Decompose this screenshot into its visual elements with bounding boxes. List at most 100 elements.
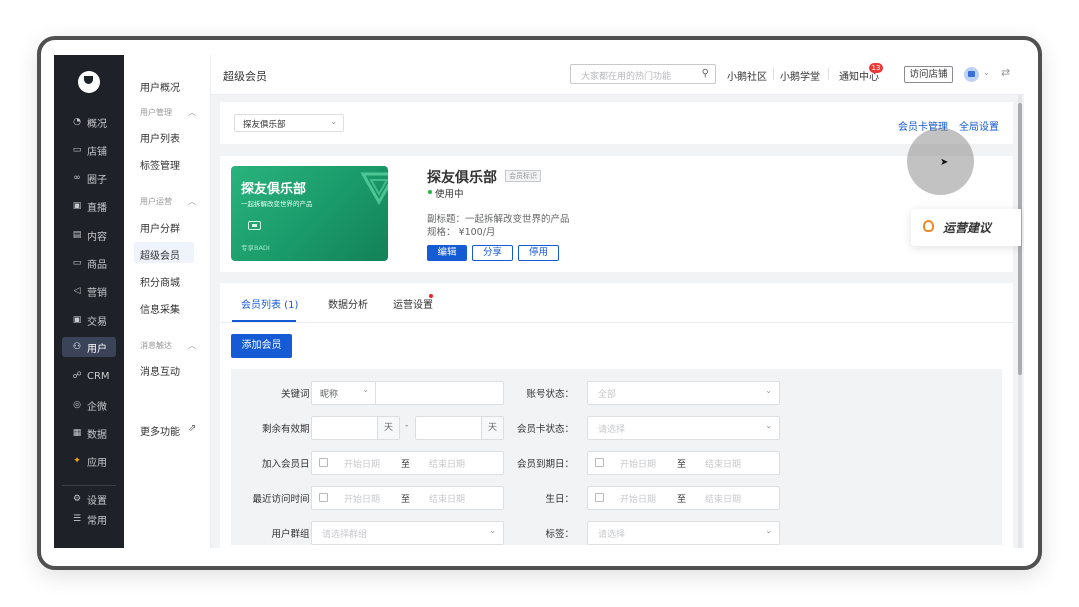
page-scrollbar[interactable] (1018, 95, 1022, 548)
join-date-range[interactable]: 开始日期 至 结束日期 (311, 451, 504, 475)
tab-divider (220, 322, 1013, 323)
data-icon: ▦ (72, 428, 82, 438)
last-visit-label: 最近访问时间： (252, 494, 319, 505)
birthday-range[interactable]: 开始日期 至 结束日期 (587, 486, 780, 510)
rail-item-apps[interactable]: ✦ 应用 (62, 451, 116, 471)
add-member-button[interactable]: 添加会员 (231, 334, 292, 358)
rail-item-trade[interactable]: ▣ 交易 (62, 310, 116, 330)
rail-item-live[interactable]: ▣ 直播 (62, 196, 116, 216)
avatar[interactable] (964, 67, 979, 82)
rail-item-content[interactable]: ▤ 内容 (62, 225, 116, 245)
calendar-icon (595, 493, 604, 502)
rail-item-settings[interactable]: ⚙ 设置 (62, 489, 116, 509)
rail-item-circle[interactable]: ∞ 圈子 (62, 168, 116, 188)
rail-item-goods[interactable]: ▭ 商品 (62, 253, 116, 273)
user-group-select[interactable]: 请选择群组 ⌄ (311, 521, 504, 545)
account-status-select[interactable]: 全部 ⌄ (587, 381, 780, 405)
global-settings-link[interactable]: 全局设置 (959, 118, 999, 133)
calendar-icon (319, 458, 328, 467)
remaining-min-input[interactable]: 天 (311, 416, 400, 440)
club-bar: 探友俱乐部 ⌄ 会员卡管理 全局设置 (220, 102, 1013, 144)
disable-button[interactable]: 停用 (518, 245, 559, 261)
chevron-down-icon: ⌄ (765, 526, 772, 535)
birthday-label: 生日： (545, 494, 574, 505)
card-chip-icon (248, 221, 261, 230)
subnav-group-user-manage[interactable]: 用户管理 ︿ (140, 107, 196, 118)
tab-ops-settings[interactable]: 运营设置 (393, 296, 433, 311)
expire-date-range[interactable]: 开始日期 至 结束日期 (587, 451, 780, 475)
live-icon: ▣ (72, 201, 82, 211)
app-screen: ◔ 概况 ▭ 店铺 ∞ 圈子 ▣ 直播 ▤ 内容 ▭ 商品 ◁ 营销 ▣ 交易 ⚇ 用户 ☍ CRM… (54, 55, 1024, 548)
new-dot-badge (429, 294, 433, 298)
card-status-select[interactable]: 请选择 ⌄ (587, 416, 780, 440)
chevron-down-icon[interactable]: ⌄ (983, 68, 990, 77)
switch-icon[interactable]: ⇄ (1001, 66, 1010, 79)
chevron-down-icon: ⌄ (765, 386, 772, 395)
remaining-max-input[interactable]: 天 (415, 416, 504, 440)
subnav-more-functions[interactable]: 更多功能 ⇗ (140, 423, 200, 438)
range-dash: - (405, 421, 409, 431)
subnav-segmentation[interactable]: 用户分群 (140, 220, 180, 235)
subnav-super-member[interactable]: 超级会员 (140, 247, 180, 262)
calendar-icon (319, 493, 328, 502)
rail-item-data[interactable]: ▦ 数据 (62, 423, 116, 443)
rail-item-overview[interactable]: ◔ 概况 (62, 112, 116, 132)
day-unit: 天 (377, 417, 399, 439)
chevron-down-icon: ⌄ (330, 117, 337, 126)
subnav-group-user-ops[interactable]: 用户运营 ︿ (140, 196, 196, 207)
store-icon: ▭ (72, 145, 82, 155)
community-link[interactable]: 小鹅社区 (727, 68, 767, 83)
subnav-info-collect[interactable]: 信息采集 (140, 301, 180, 316)
member-list-panel: 会员列表 (1) 数据分析 运营设置 添加会员 关键词： 昵称 ⌄ 账号状态： 全… (220, 283, 1013, 548)
rail-item-marketing[interactable]: ◁ 营销 (62, 281, 116, 301)
subnav-user-overview[interactable]: 用户概况 (140, 79, 180, 94)
notify-badge: 13 (869, 63, 883, 73)
card-title: 探友俱乐部 (241, 182, 307, 197)
crm-icon: ☍ (72, 371, 82, 381)
ops-advice-widget[interactable]: 运营建议 (911, 209, 1021, 246)
chevron-down-icon: ⌄ (489, 526, 496, 535)
trade-icon: ▣ (72, 315, 82, 325)
subnav-user-list[interactable]: 用户列表 (140, 130, 180, 145)
header-divider (773, 68, 774, 80)
primary-sidebar: ◔ 概况 ▭ 店铺 ∞ 圈子 ▣ 直播 ▤ 内容 ▭ 商品 ◁ 营销 ▣ 交易 ⚇ 用户 ☍ CRM… (54, 55, 124, 548)
settings-icon: ⚙ (72, 494, 82, 504)
day-unit: 天 (481, 417, 503, 439)
keyword-input[interactable]: 昵称 ⌄ (311, 381, 504, 405)
visit-store-button[interactable]: 访问店铺 (904, 66, 953, 83)
keyword-type-select[interactable]: 昵称 ⌄ (312, 382, 376, 404)
share-button[interactable]: 分享 (472, 245, 513, 261)
tag-select[interactable]: 请选择 ⌄ (587, 521, 780, 545)
tab-member-list[interactable]: 会员列表 (1) (241, 296, 298, 311)
circle-group-icon: ∞ (73, 173, 81, 183)
club-select[interactable]: 探友俱乐部 ⌄ (234, 114, 344, 132)
subnav-tag-manage[interactable]: 标签管理 (140, 157, 180, 172)
external-link-icon: ⇗ (188, 423, 197, 434)
rail-item-store[interactable]: ▭ 店铺 (62, 140, 116, 160)
card-subtitle: 一起拆解改变世界的产品 (241, 200, 313, 208)
chevron-down-icon: ⌄ (362, 385, 369, 394)
rail-divider (62, 485, 116, 486)
rail-item-user[interactable]: ⚇ 用户 (62, 337, 116, 357)
rail-item-crm[interactable]: ☍ CRM (62, 366, 116, 386)
edit-button[interactable]: 编辑 (427, 245, 467, 261)
user-icon: ⚇ (72, 342, 82, 352)
tab-data-analysis[interactable]: 数据分析 (328, 296, 368, 311)
lightbulb-icon (923, 220, 934, 232)
school-link[interactable]: 小鹅学堂 (780, 68, 820, 83)
rail-item-common[interactable]: ☰ 常用 (62, 509, 116, 529)
last-visit-range[interactable]: 开始日期 至 结束日期 (311, 486, 504, 510)
chevron-up-icon: ︿ (188, 108, 196, 117)
rail-item-wecom[interactable]: ◎ 企微 (62, 395, 116, 415)
status-badge: 使用中 (435, 189, 464, 200)
search-icon[interactable]: ⚲ (702, 68, 709, 79)
subnav-group-message[interactable]: 消息触达 ︿ (140, 340, 196, 351)
subnav-msg-interact[interactable]: 消息互动 (140, 363, 180, 378)
secondary-sidebar: 用户概况 用户管理 ︿ 用户列表 标签管理 用户运营 ︿ 用户分群 超级会员 积分商… (124, 55, 211, 548)
card-name: 探友俱乐部 (427, 170, 497, 186)
search-input[interactable]: 大家都在用的热门功能 ⚲ (570, 64, 716, 84)
subnav-points-mall[interactable]: 积分商城 (140, 274, 180, 289)
account-status-label: 账号状态： (526, 389, 574, 400)
goods-icon: ▭ (72, 258, 82, 268)
apps-icon: ✦ (73, 456, 81, 466)
